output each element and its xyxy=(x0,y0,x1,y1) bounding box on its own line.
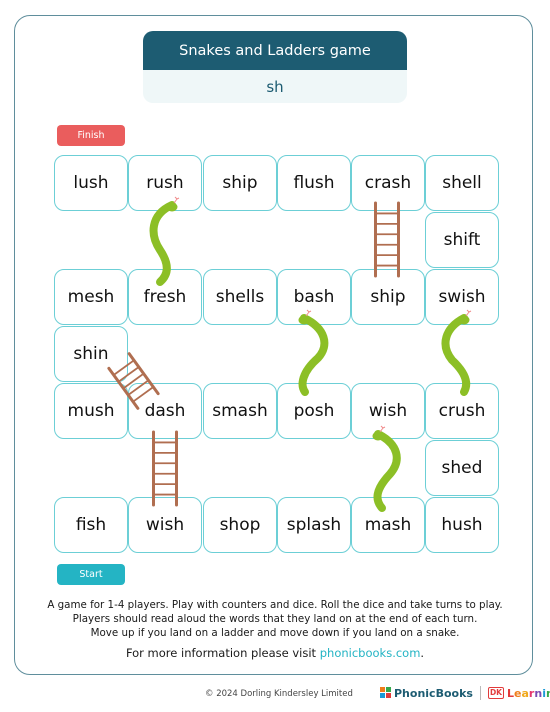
board-square: ship xyxy=(203,155,277,211)
board-square: shift xyxy=(425,212,499,268)
more-info-text: For more information please visit xyxy=(125,646,320,660)
board-square: wish xyxy=(128,497,202,553)
board-square: shin xyxy=(54,326,128,382)
start-label: Start xyxy=(57,564,125,585)
logo-letter: a xyxy=(521,686,529,700)
board-square: posh xyxy=(277,383,351,439)
board-square: splash xyxy=(277,497,351,553)
logo-letter: n xyxy=(545,686,550,700)
board-square: bash xyxy=(277,269,351,325)
board-square: dash xyxy=(128,383,202,439)
board-square: fresh xyxy=(128,269,202,325)
board-square: fish xyxy=(54,497,128,553)
logo-divider xyxy=(479,686,481,700)
board-square: mash xyxy=(351,497,425,553)
board-square: swish xyxy=(425,269,499,325)
dk-logo: DK xyxy=(487,687,504,699)
board-square: shells xyxy=(203,269,277,325)
board-square: hush xyxy=(425,497,499,553)
instructions: A game for 1-4 players. Play with counte… xyxy=(30,598,520,640)
copyright: © 2024 Dorling Kindersley Limited xyxy=(205,689,353,699)
board-square: mesh xyxy=(54,269,128,325)
board-square: lush xyxy=(54,155,128,211)
instructions-line: Players should read aloud the words that… xyxy=(72,613,478,625)
more-info: For more information please visit phonic… xyxy=(30,646,520,660)
page-subtitle: sh xyxy=(143,70,407,103)
board-square: shed xyxy=(425,440,499,496)
phonicbooks-logo: PhonicBooks xyxy=(394,686,473,700)
page-title: Snakes and Ladders game xyxy=(143,31,407,70)
instructions-line: Move up if you land on a ladder and move… xyxy=(90,627,460,639)
logo-letter: n xyxy=(534,686,543,700)
finish-label: Finish xyxy=(57,125,125,146)
title-card: Snakes and Ladders game sh xyxy=(143,31,407,103)
board-square: crash xyxy=(351,155,425,211)
board-square: crush xyxy=(425,383,499,439)
board-square: flush xyxy=(277,155,351,211)
phonicbooks-logo-icon xyxy=(380,687,392,699)
learning-logo: Learning xyxy=(507,687,550,700)
more-info-period: . xyxy=(420,646,425,660)
board-square: mush xyxy=(54,383,128,439)
board-square: shell xyxy=(425,155,499,211)
instructions-line: A game for 1-4 players. Play with counte… xyxy=(47,599,503,611)
phonicbooks-link[interactable]: phonicbooks.com xyxy=(320,646,421,660)
board-square: rush xyxy=(128,155,202,211)
logo-letter: L xyxy=(506,686,514,700)
board-square: shop xyxy=(203,497,277,553)
board-square: smash xyxy=(203,383,277,439)
board-square: ship xyxy=(351,269,425,325)
footer-logos: PhonicBooks DK Learning xyxy=(380,686,550,700)
board-square: wish xyxy=(351,383,425,439)
